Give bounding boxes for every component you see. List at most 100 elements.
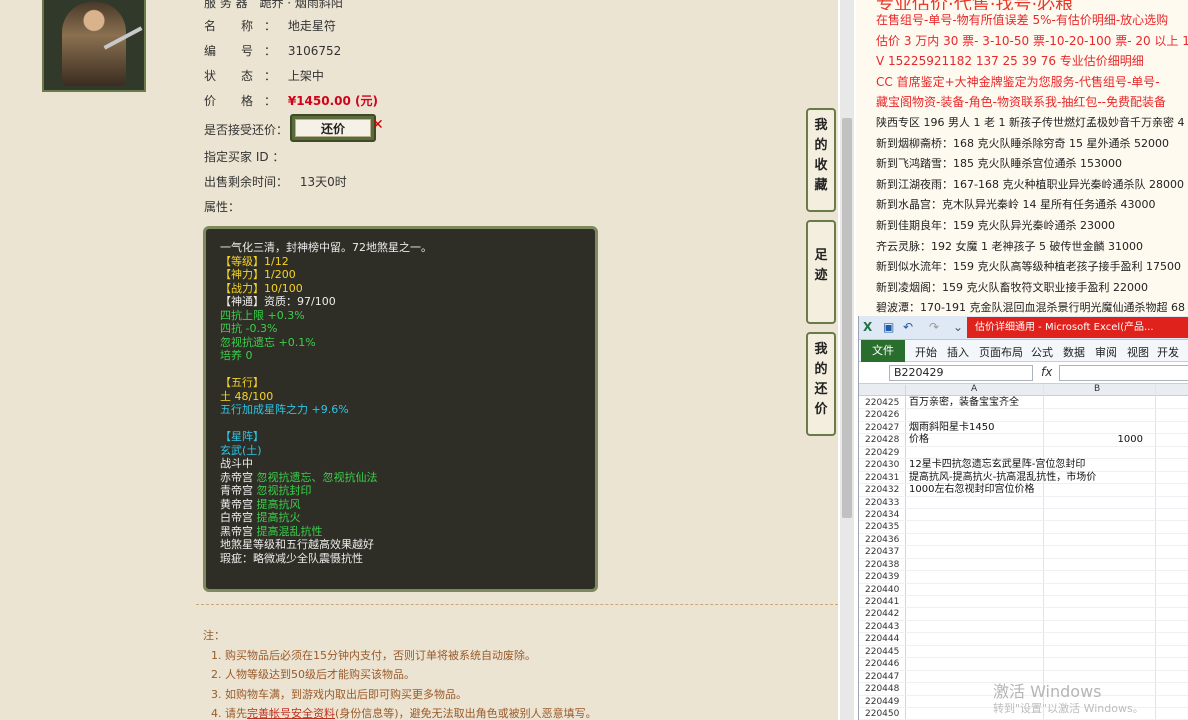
time-row: 出售剩余时间： 13天0时 <box>204 173 347 190</box>
notes-line: 新到佳期良年：159 克火队异光秦岭通杀 23000 <box>876 218 1115 232</box>
notes-title: 注： <box>203 629 225 642</box>
divider <box>196 604 838 605</box>
server-label: 服 务 器 <box>204 0 248 10</box>
cell-a[interactable]: 12星卡四抗忽遗忘玄武星阵-宫位忽封印 <box>909 459 1085 471</box>
tab-formulas[interactable]: 公式 <box>1031 344 1053 360</box>
attribute-line: 白帝宫 提高抗火 <box>220 511 301 524</box>
sheet-grid[interactable]: 220425 百万亲密，装备宝宝齐全 220426 220427 烟雨斜阳星卡1450 2… <box>859 397 1188 720</box>
formula-input[interactable] <box>1059 365 1188 381</box>
account-security-link[interactable]: 完善帐号安全资料 <box>247 707 335 720</box>
attribute-line <box>220 363 581 377</box>
sheet-row[interactable]: 220437 <box>859 546 1188 559</box>
page-scrollbar[interactable] <box>840 0 854 720</box>
sheet-row[interactable]: 220429 <box>859 447 1188 460</box>
sheet-row[interactable]: 220431 提高抗风-提高抗火-抗高混乱抗性，市场价 <box>859 472 1188 485</box>
row-number: 220435 <box>865 522 900 533</box>
sheet-row[interactable]: 220436 <box>859 534 1188 547</box>
note-item: 1. 购买物品后必须在15分钟内支付，否则订单将被系统自动废除。 <box>211 648 536 662</box>
sheet-row[interactable]: 220438 <box>859 559 1188 572</box>
sheet-row[interactable]: 220445 <box>859 646 1188 659</box>
sheet-row[interactable]: 220426 <box>859 409 1188 422</box>
save-icon[interactable]: ▣ <box>883 320 894 334</box>
attribute-line: 黄帝宫 提高抗风 <box>220 497 301 511</box>
sheet-row[interactable]: 220444 <box>859 633 1188 646</box>
tab-data[interactable]: 数据 <box>1063 344 1085 360</box>
counter-offer-button[interactable]: 还价 <box>290 114 376 142</box>
sheet-row[interactable]: 220430 12星卡四抗忽遗忘玄武星阵-宫位忽封印 <box>859 459 1188 472</box>
tab-file[interactable]: 文件 <box>861 340 905 362</box>
tab-page-layout[interactable]: 页面布局 <box>979 344 1023 360</box>
row-number: 220447 <box>865 671 900 682</box>
sheet-row[interactable]: 220425 百万亲密，装备宝宝齐全 <box>859 397 1188 410</box>
counter-offer-button-label: 还价 <box>295 119 371 137</box>
attribute-line: 地煞星等级和五行越高效果越好 <box>220 538 374 551</box>
sheet-row[interactable]: 220441 <box>859 596 1188 609</box>
name-box[interactable]: B220429 <box>889 365 1033 381</box>
tab-my-offers[interactable]: 我的还价 <box>806 332 836 436</box>
tab-home[interactable]: 开始 <box>915 344 937 360</box>
notes-line: 陕西专区 196 男人 1 老 1 新孩子传世燃灯孟极妙音千万亲密 4 <box>876 115 1185 129</box>
sheet-row[interactable]: 220428 价格 1000 <box>859 434 1188 447</box>
cell-b[interactable]: 1000 <box>1039 434 1143 446</box>
sheet-row[interactable]: 220427 烟雨斜阳星卡1450 <box>859 422 1188 435</box>
fx-icon[interactable]: fx <box>1041 365 1052 379</box>
sheet-row[interactable]: 220432 1000左右忽视封印宫位价格 <box>859 484 1188 497</box>
tab-view[interactable]: 视图 <box>1127 344 1149 360</box>
sheet-row[interactable]: 220443 <box>859 621 1188 634</box>
row-number: 220430 <box>865 460 900 471</box>
name-value: 地走星符 <box>287 19 336 33</box>
tab-history[interactable]: 足迹 <box>806 220 836 324</box>
cell-a[interactable]: 1000左右忽视封印宫位价格 <box>909 484 1034 496</box>
cell-a[interactable]: 百万亲密，装备宝宝齐全 <box>909 397 1019 409</box>
sheet-row[interactable]: 220439 <box>859 571 1188 584</box>
attribute-line <box>220 417 581 431</box>
activation-watermark: 激活 Windows <box>993 682 1102 701</box>
note-item: 3. 如购物车满，到游戏内取出后即可购买更多物品。 <box>211 687 467 701</box>
cell-a[interactable]: 烟雨斜阳星卡1450 <box>909 422 994 434</box>
sheet-row[interactable]: 220442 <box>859 608 1188 621</box>
right-pane: 专业估价·代售·找号·必粮在售组号-单号-物有所值误差 5%-有估价明细-放心选… <box>856 0 1188 720</box>
quick-access-dropdown-icon[interactable]: ⌄ <box>953 320 963 334</box>
notes-line: 齐云灵脉：192 女魔 1 老神孩子 5 破传世金麟 31000 <box>876 239 1143 253</box>
row-number: 220433 <box>865 497 900 508</box>
note-item: 4. 请先完善帐号安全资料(身份信息等)，避免无法取出角色或被别人恶意填写。 <box>211 707 597 720</box>
note-item: 2. 人物等级达到50级后才能购买该物品。 <box>211 668 415 681</box>
sheet-row[interactable]: 220446 <box>859 658 1188 671</box>
attr-row: 属性： <box>204 198 240 215</box>
row-number: 220429 <box>865 447 900 458</box>
row-number: 220434 <box>865 509 900 520</box>
counter-offer-label: 是否接受还价： <box>204 123 289 137</box>
row-number: 220428 <box>865 435 900 446</box>
row-number: 220450 <box>865 708 900 719</box>
scrollbar-thumb[interactable] <box>842 118 852 518</box>
tab-my-favorites[interactable]: 我的收藏 <box>806 108 836 212</box>
cell-a[interactable]: 提高抗风-提高抗火-抗高混乱抗性，市场价 <box>909 472 1096 484</box>
row-number: 220441 <box>865 597 900 607</box>
tab-insert[interactable]: 插入 <box>947 344 969 360</box>
row-number: 220439 <box>865 572 900 583</box>
notes-line: 新到江湖夜雨：167-168 克火种植职业异光秦岭通杀队 28000 <box>876 177 1184 191</box>
row-number: 220440 <box>865 584 900 595</box>
sheet-row[interactable]: 220440 <box>859 584 1188 596</box>
price-row: 价格： ¥1450.00 (元) <box>204 94 379 108</box>
cell-a[interactable]: 价格 <box>909 434 929 446</box>
price-value: ¥1450.00 (元) <box>287 94 379 108</box>
column-b-header[interactable]: B <box>1094 384 1100 394</box>
palace-effect: 提高混乱抗性 <box>256 524 323 538</box>
time-value: 13天0时 <box>299 175 347 189</box>
tab-review[interactable]: 审阅 <box>1095 344 1117 360</box>
row-number: 220448 <box>865 684 900 695</box>
notes-header: 专业估价·代售·找号·必粮 <box>876 0 1188 10</box>
sheet-row[interactable]: 220434 <box>859 509 1188 522</box>
attribute-line: 一气化三清，封神榜中留。72地煞星之一。 <box>220 241 432 254</box>
notes-line: 新到飞鸿踏雪：185 克火队睡杀宫位通杀 153000 <box>876 157 1122 171</box>
redo-icon[interactable]: ↷ <box>929 320 939 334</box>
time-label: 出售剩余时间： <box>204 175 289 189</box>
row-number: 220437 <box>865 547 900 558</box>
sheet-row[interactable]: 220435 <box>859 521 1188 534</box>
undo-icon[interactable]: ↶ <box>903 320 913 334</box>
server-value: 跪乔 · 烟雨斜阳 <box>259 0 343 10</box>
sheet-row[interactable]: 220433 <box>859 497 1188 509</box>
column-a-header[interactable]: A <box>971 384 977 394</box>
close-icon[interactable]: ✕ <box>372 117 384 133</box>
